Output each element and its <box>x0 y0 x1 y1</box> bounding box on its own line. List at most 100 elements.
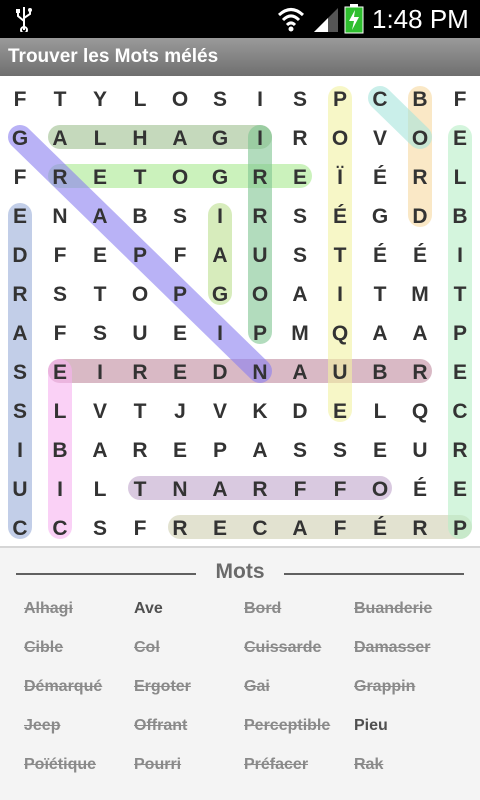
grid-letter[interactable]: V <box>213 400 227 423</box>
grid-letter[interactable]: P <box>213 439 227 462</box>
grid-letter[interactable]: B <box>132 205 147 228</box>
grid-letter[interactable]: E <box>293 166 307 189</box>
grid-letter[interactable]: S <box>13 361 27 384</box>
grid-letter[interactable]: L <box>374 400 387 423</box>
grid-letter[interactable]: R <box>412 517 427 540</box>
grid-letter[interactable]: A <box>52 127 67 150</box>
grid-letter[interactable]: B <box>452 205 467 228</box>
grid-letter[interactable]: T <box>54 88 67 111</box>
grid-letter[interactable]: A <box>292 361 307 384</box>
grid-letter[interactable]: R <box>12 283 27 306</box>
grid-letter[interactable]: P <box>173 283 187 306</box>
grid-letter[interactable]: I <box>217 322 223 345</box>
grid-letter[interactable]: A <box>292 283 307 306</box>
grid-letter[interactable]: L <box>94 478 107 501</box>
grid-letter[interactable]: D <box>212 361 227 384</box>
grid-letter[interactable]: A <box>12 322 27 345</box>
grid-letter[interactable]: Q <box>412 400 428 423</box>
grid-letter[interactable]: A <box>252 439 267 462</box>
grid-letter[interactable]: A <box>212 244 227 267</box>
grid-letter[interactable]: E <box>93 166 107 189</box>
grid-letter[interactable]: D <box>412 205 427 228</box>
grid-letter[interactable]: E <box>13 205 27 228</box>
grid-letter[interactable]: R <box>132 361 147 384</box>
grid-letter[interactable]: R <box>252 478 267 501</box>
grid-letter[interactable]: V <box>93 400 107 423</box>
grid-letter[interactable]: L <box>454 166 467 189</box>
grid-letter[interactable]: E <box>453 478 467 501</box>
grid-letter[interactable]: S <box>93 322 107 345</box>
grid-letter[interactable]: Y <box>93 88 107 111</box>
grid-letter[interactable]: E <box>173 322 187 345</box>
grid-letter[interactable]: P <box>133 244 147 267</box>
grid-letter[interactable]: F <box>334 478 347 501</box>
grid-letter[interactable]: D <box>292 400 307 423</box>
grid-letter[interactable]: S <box>53 283 67 306</box>
grid-letter[interactable]: I <box>17 439 23 462</box>
grid-letter[interactable]: O <box>252 283 268 306</box>
grid-letter[interactable]: N <box>172 478 187 501</box>
grid-letter[interactable]: I <box>257 88 263 111</box>
grid-letter[interactable]: O <box>172 166 188 189</box>
grid-letter[interactable]: T <box>134 400 147 423</box>
grid-letter[interactable]: L <box>54 400 67 423</box>
grid-letter[interactable]: Ï <box>336 166 344 189</box>
grid-letter[interactable]: B <box>372 361 387 384</box>
grid-letter[interactable]: O <box>332 127 348 150</box>
grid-letter[interactable]: R <box>172 517 187 540</box>
grid-letter[interactable]: A <box>172 127 187 150</box>
grid-letter[interactable]: H <box>132 127 147 150</box>
grid-letter[interactable]: S <box>93 517 107 540</box>
grid-letter[interactable]: E <box>53 361 67 384</box>
grid-letter[interactable]: R <box>412 361 427 384</box>
grid-letter[interactable]: U <box>132 322 147 345</box>
grid-letter[interactable]: T <box>374 283 387 306</box>
grid-letter[interactable]: I <box>97 361 103 384</box>
grid-letter[interactable]: E <box>173 361 187 384</box>
grid-letter[interactable]: C <box>252 517 267 540</box>
grid-letter[interactable]: R <box>412 166 427 189</box>
grid-letter[interactable]: F <box>294 478 307 501</box>
grid-letter[interactable]: A <box>92 205 107 228</box>
grid-letter[interactable]: E <box>453 361 467 384</box>
grid-letter[interactable]: K <box>252 400 267 423</box>
grid-letter[interactable]: D <box>12 244 27 267</box>
grid-letter[interactable]: É <box>333 205 347 228</box>
grid-letter[interactable]: T <box>334 244 347 267</box>
grid-letter[interactable]: F <box>134 517 147 540</box>
grid-letter[interactable]: N <box>252 361 267 384</box>
grid-letter[interactable]: A <box>412 322 427 345</box>
grid-letter[interactable]: R <box>132 439 147 462</box>
grid-letter[interactable]: R <box>292 127 307 150</box>
grid-letter[interactable]: F <box>54 322 67 345</box>
grid-letter[interactable]: T <box>94 283 107 306</box>
grid-letter[interactable]: F <box>174 244 187 267</box>
grid-letter[interactable]: P <box>253 322 267 345</box>
grid-letter[interactable]: S <box>293 439 307 462</box>
grid-letter[interactable]: É <box>413 244 427 267</box>
grid-letter[interactable]: N <box>52 205 67 228</box>
grid-letter[interactable]: É <box>373 166 387 189</box>
grid-letter[interactable]: P <box>333 88 347 111</box>
grid-letter[interactable]: F <box>334 517 347 540</box>
grid-letter[interactable]: F <box>14 166 27 189</box>
grid-letter[interactable]: O <box>172 88 188 111</box>
grid-letter[interactable]: G <box>372 205 388 228</box>
grid-letter[interactable]: A <box>92 439 107 462</box>
grid-letter[interactable]: G <box>212 127 228 150</box>
grid-letter[interactable]: C <box>52 517 67 540</box>
grid-letter[interactable]: O <box>412 127 428 150</box>
grid-letter[interactable]: G <box>212 283 228 306</box>
grid-letter[interactable]: T <box>134 166 147 189</box>
grid-letter[interactable]: S <box>293 244 307 267</box>
grid-letter[interactable]: E <box>213 517 227 540</box>
grid-letter[interactable]: E <box>453 127 467 150</box>
grid-letter[interactable]: R <box>452 439 467 462</box>
grid-letter[interactable]: J <box>174 400 186 423</box>
grid-letter[interactable]: I <box>217 205 223 228</box>
grid-letter[interactable]: E <box>173 439 187 462</box>
grid-letter[interactable]: O <box>372 478 388 501</box>
grid-letter[interactable]: U <box>332 361 347 384</box>
grid-letter[interactable]: G <box>12 127 28 150</box>
grid-letter[interactable]: L <box>134 88 147 111</box>
